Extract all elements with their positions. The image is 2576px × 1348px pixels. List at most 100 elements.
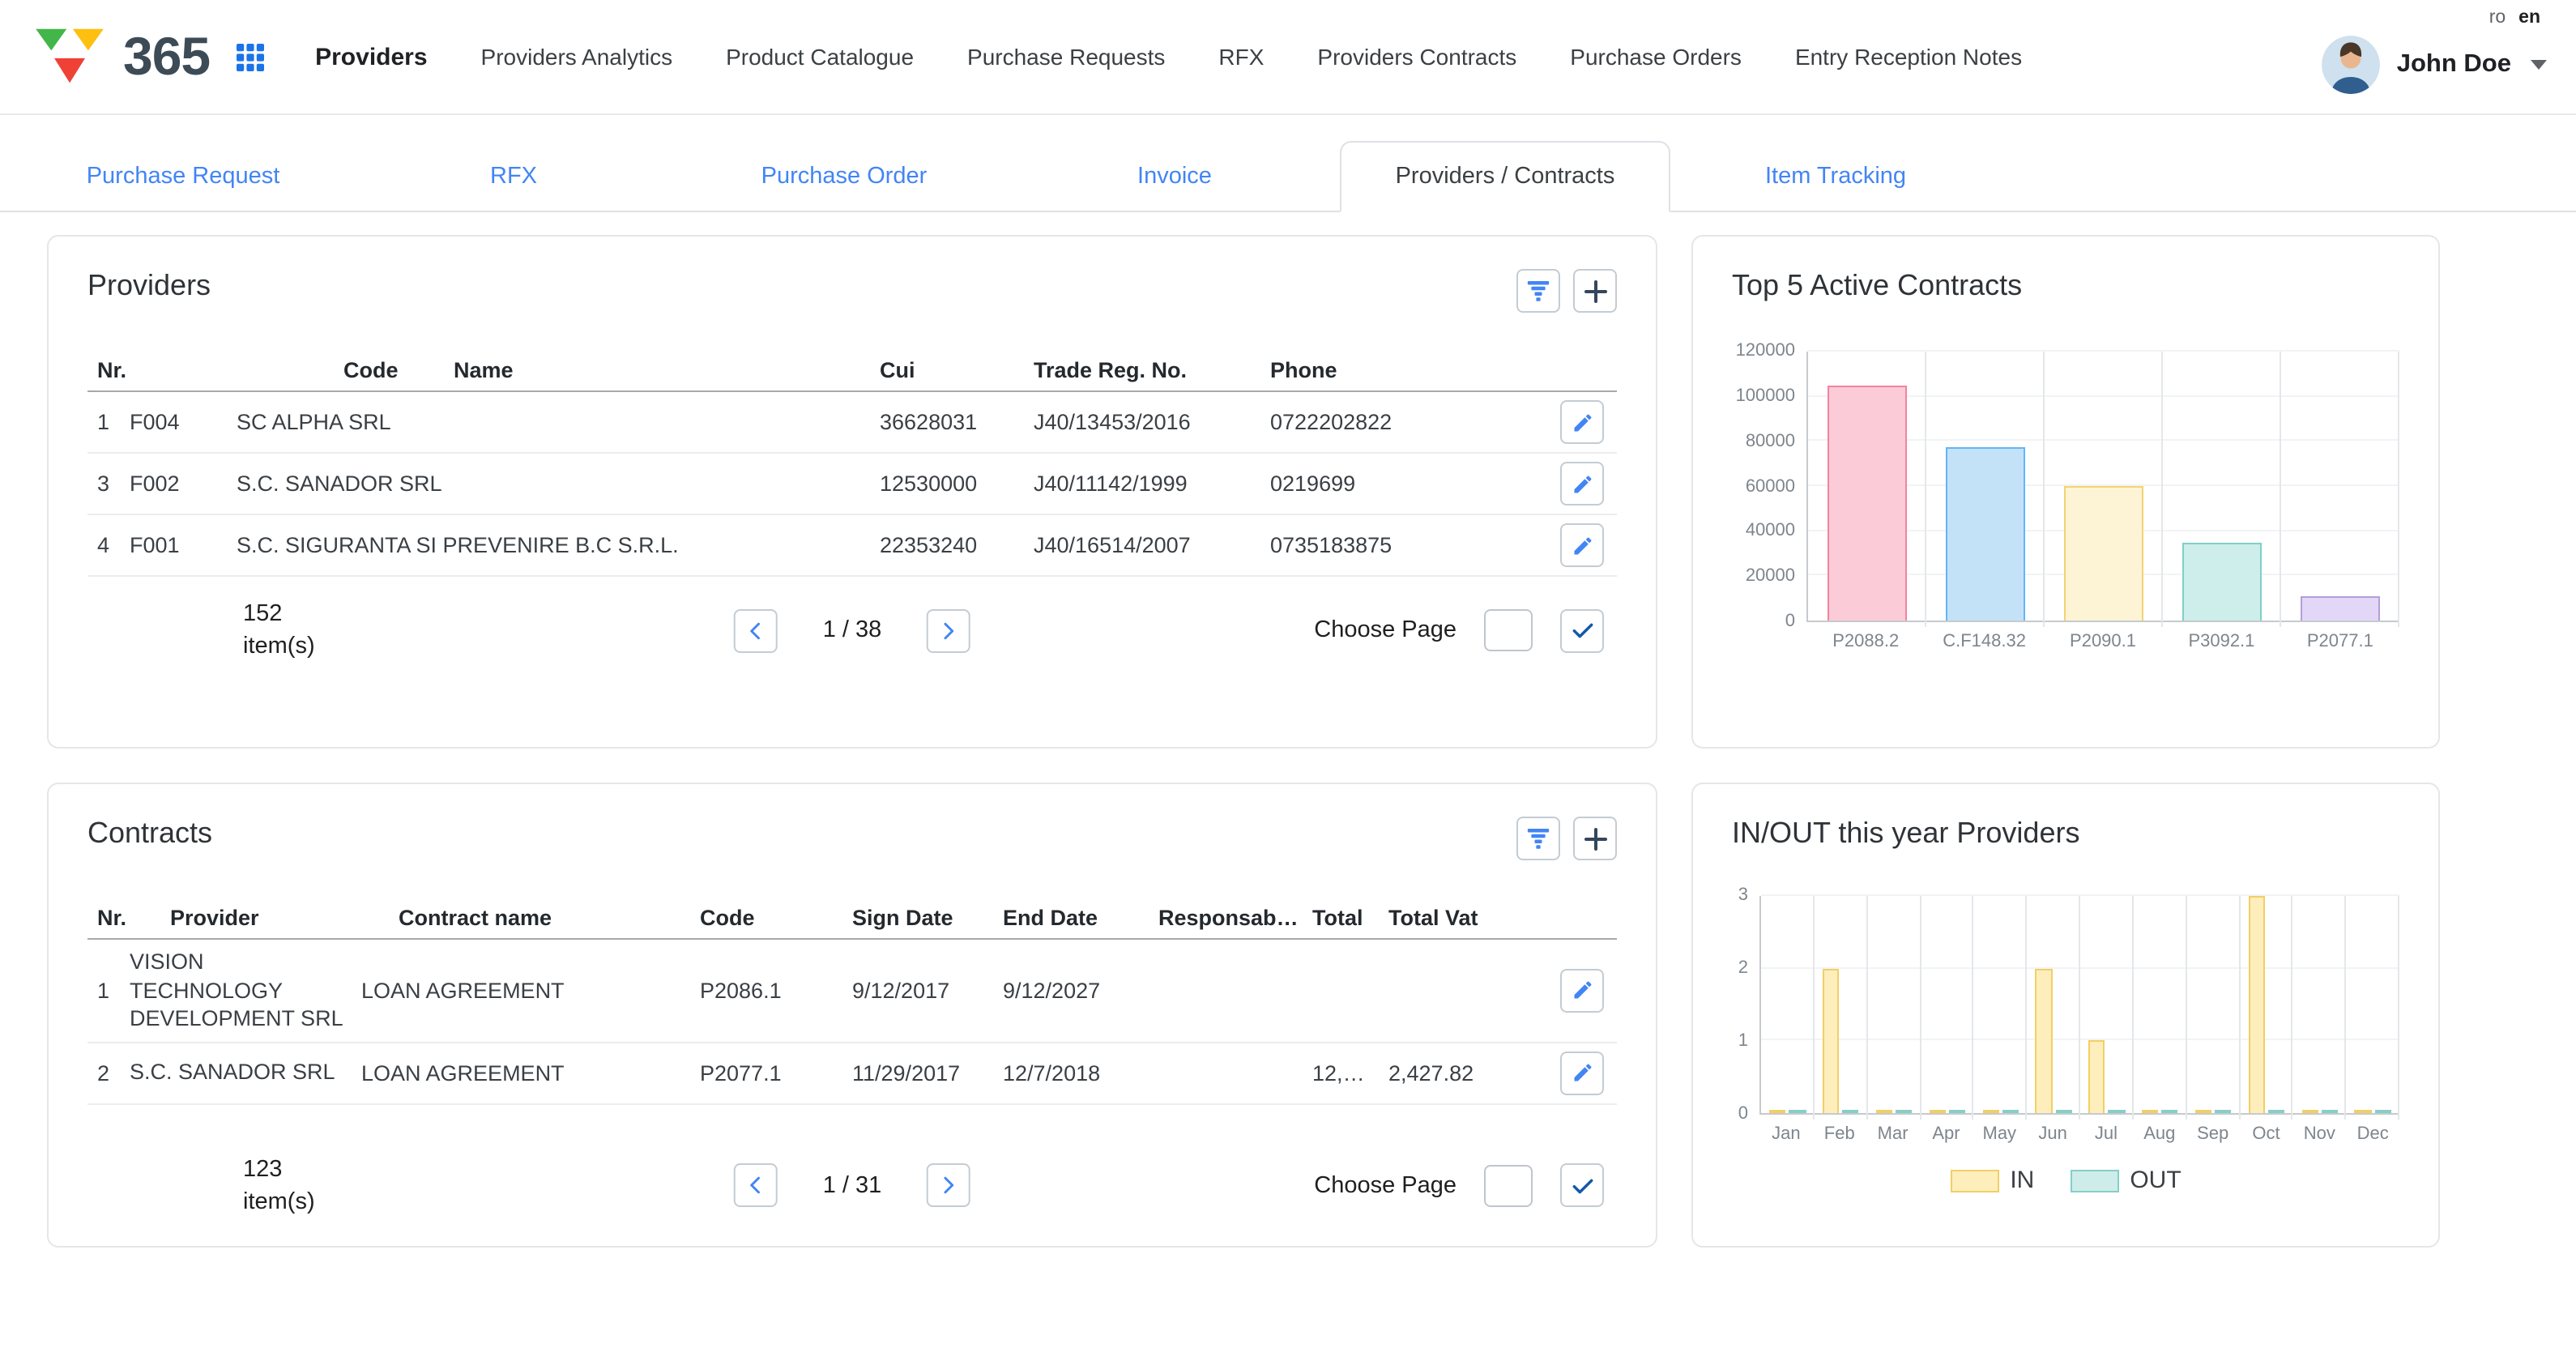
table-row: 4F001S.C. SIGURANTA SI PREVENIRE B.C S.R… [87,515,1617,577]
cell-total_vat: 2,427.82 [1388,1060,1520,1085]
add-contract-button[interactable] [1573,817,1617,860]
chart-title: IN/OUT this year Providers [1732,817,2399,851]
chart-category [2293,896,2347,1113]
page-indicator: 1 / 31 [823,1173,882,1199]
bar-c-f148-32 [1945,447,2025,621]
providers-table-head: Nr.CodeNameCuiTrade Reg. No.Phone [87,348,1617,392]
items-count-label: item(s) [243,1186,315,1219]
lang-en[interactable]: en [2518,8,2540,28]
cell-name: S.C. SIGURANTA SI PREVENIRE B.C S.R.L. [237,533,880,557]
y-tick-label: 3 [1738,887,1748,905]
choose-page-input[interactable] [1484,1165,1533,1207]
x-tick-label: P2090.1 [2044,632,2162,651]
chart-category [1926,352,2045,621]
row-actions [1520,969,1617,1013]
cell-cui: 12530000 [880,471,1034,496]
main-content: Providers [0,212,2576,1248]
chart-category [2027,896,2080,1113]
user-avatar[interactable] [2322,36,2381,94]
filter-button[interactable] [1516,817,1560,860]
bar-may-in [1982,1110,1998,1113]
y-axis: 0123 [1732,896,1759,1115]
chart-category [1761,896,1815,1113]
nav-item-purchase-requests[interactable]: Purchase Requests [967,44,1165,70]
chevron-right-icon [936,1174,961,1198]
tab-purchase-request[interactable]: Purchase Request [18,141,348,211]
next-page-button[interactable] [927,1164,970,1208]
bar-sep-in [2195,1110,2211,1113]
chart-category [1808,352,1926,621]
bar-feb-in [1823,968,1839,1113]
apps-grid-icon[interactable] [236,43,263,70]
providers-table: Nr.CodeNameCuiTrade Reg. No.Phone 1F004S… [87,348,1617,577]
prev-page-button[interactable] [734,609,778,653]
tab-purchase-order[interactable]: Purchase Order [679,141,1009,211]
bar-oct-out [2268,1110,2284,1113]
providers-card: Providers [47,235,1657,749]
edit-row-button[interactable] [1560,462,1604,506]
cell-phone: 0722202822 [1270,410,1513,434]
bar-p3092-1 [2181,544,2262,621]
right-column: Top 5 Active Contracts 02000040000600008… [1691,235,2440,1248]
nav-item-providers[interactable]: Providers [315,43,427,70]
tab-providers-contracts[interactable]: Providers / Contracts [1340,141,1670,212]
tab-invoice[interactable]: Invoice [1009,141,1340,211]
bar-mar-out [1896,1110,1912,1113]
bar-oct-in [2248,896,2264,1113]
logo-icon [32,26,109,87]
y-tick-label: 0 [1785,613,1795,631]
chart-category [2186,896,2240,1113]
edit-row-button[interactable] [1560,1051,1604,1094]
y-tick-label: 20000 [1746,568,1795,586]
legend-label: OUT [2130,1167,2181,1194]
chart-category [1867,896,1921,1113]
go-page-button[interactable] [1560,609,1604,653]
nav-item-providers-analytics[interactable]: Providers Analytics [481,44,673,70]
prev-page-button[interactable] [734,1164,778,1208]
column-header-total-vat: Total Vat [1388,905,1520,929]
add-provider-button[interactable] [1573,269,1617,313]
next-page-button[interactable] [927,609,970,653]
chart-bars [1808,352,2399,621]
choose-page-input[interactable] [1484,610,1533,652]
x-tick-label: Jul [2079,1124,2133,1144]
bar-dec-in [2355,1110,2371,1113]
cell-cui: 22353240 [880,533,1034,557]
edit-row-button[interactable] [1560,969,1604,1013]
go-page-button[interactable] [1560,1164,1604,1208]
filter-button[interactable] [1516,269,1560,313]
chart-title: Top 5 Active Contracts [1732,269,2399,303]
edit-icon [1571,411,1593,433]
logo-text: 365 [123,26,210,87]
bar-jul-in [2088,1041,2105,1113]
app-root: 365 Providers Providers Analytics Product … [0,0,2576,1348]
nav-item-entry-reception-notes[interactable]: Entry Reception Notes [1795,44,2022,70]
legend-item-out: OUT [2070,1167,2181,1194]
nav-item-product-catalogue[interactable]: Product Catalogue [726,44,914,70]
y-tick-label: 40000 [1746,523,1795,541]
items-count-label: item(s) [243,631,315,664]
user-name: John Doe [2397,50,2511,79]
y-tick-label: 120000 [1736,343,1795,360]
left-column: Providers [47,235,1657,1248]
chart-category [1815,896,1868,1113]
app-logo[interactable]: 365 [32,26,210,87]
contracts-table-body: 1VISION TECHNOLOGY DEVELOPMENT SRLLOAN A… [87,940,1617,1104]
nav-item-rfx[interactable]: RFX [1218,44,1264,70]
nav-item-providers-contracts[interactable]: Providers Contracts [1317,44,1516,70]
choose-page: Choose Page [1314,609,1604,653]
tab-rfx[interactable]: RFX [348,141,679,211]
legend-label: IN [2010,1167,2034,1194]
chevron-right-icon [936,619,961,643]
edit-row-button[interactable] [1560,523,1604,567]
lang-ro[interactable]: ro [2489,8,2506,28]
tab-item-tracking[interactable]: Item Tracking [1670,141,2001,211]
cell-provider: VISION TECHNOLOGY DEVELOPMENT SRL [130,940,361,1041]
user-menu[interactable]: John Doe [2322,36,2547,94]
edit-row-button[interactable] [1560,400,1604,444]
filter-icon [1526,826,1550,851]
chart-category [1974,896,2028,1113]
nav-item-purchase-orders[interactable]: Purchase Orders [1570,44,1742,70]
cell-provider: S.C. SANADOR SRL [130,1051,361,1095]
x-tick-label: Jun [2026,1124,2079,1144]
